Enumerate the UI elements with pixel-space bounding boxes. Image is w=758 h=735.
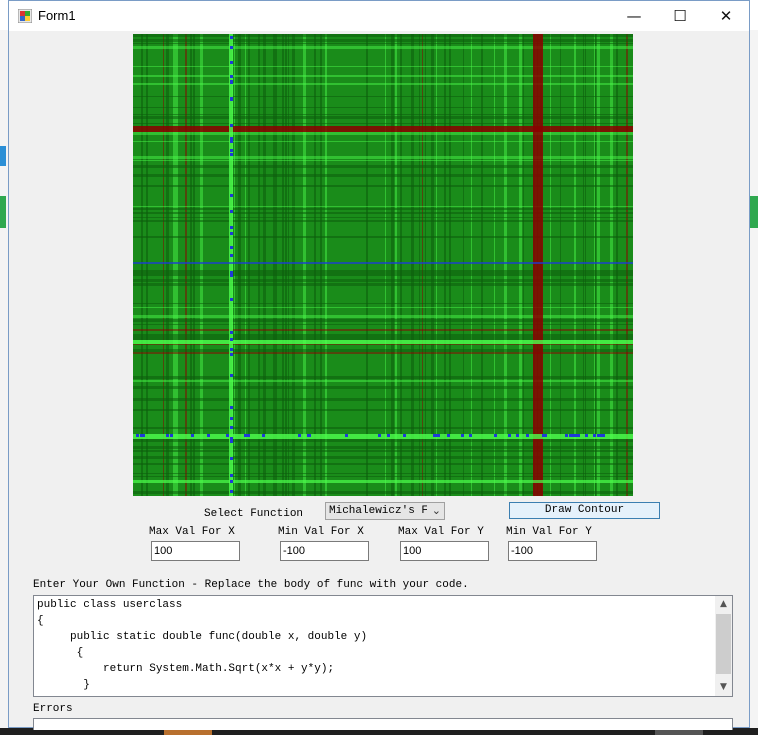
errors-box[interactable] xyxy=(33,718,733,730)
select-function-label: Select Function xyxy=(204,508,304,520)
min-y-label: Min Val For Y xyxy=(506,526,592,538)
min-x-input[interactable]: -100 xyxy=(280,541,369,561)
code-line: { xyxy=(37,615,44,627)
form1-window: Form1 — ☐ ✕ Select Function Michalewicz'… xyxy=(8,0,750,730)
max-y-label: Max Val For Y xyxy=(398,526,484,538)
app-icon xyxy=(18,9,32,23)
max-y-input[interactable]: 100 xyxy=(400,541,489,561)
contour-plot xyxy=(133,34,633,496)
function-select[interactable]: Michalewicz's Fu ⌄ xyxy=(325,502,445,520)
minimize-button[interactable]: — xyxy=(611,1,657,31)
code-line: return System.Math.Sqrt(x*x + y*y); xyxy=(37,663,335,675)
code-line: public class userclass xyxy=(37,599,183,611)
code-line: { xyxy=(37,647,84,659)
min-y-input[interactable]: -100 xyxy=(508,541,597,561)
window-title: Form1 xyxy=(38,8,76,23)
maximize-button[interactable]: ☐ xyxy=(657,1,703,31)
code-editor[interactable]: public class userclass { public static d… xyxy=(33,595,733,697)
scroll-up-icon[interactable]: ▲ xyxy=(715,596,732,613)
title-bar[interactable]: Form1 — ☐ ✕ xyxy=(9,1,749,31)
function-select-value: Michalewicz's Fu xyxy=(329,505,427,517)
code-scrollbar[interactable]: ▲ ▼ xyxy=(715,596,732,696)
min-x-label: Min Val For X xyxy=(278,526,364,538)
chevron-down-icon: ⌄ xyxy=(431,504,441,517)
scroll-down-icon[interactable]: ▼ xyxy=(715,679,732,696)
draw-contour-button[interactable]: Draw Contour xyxy=(509,502,660,519)
max-x-label: Max Val For X xyxy=(149,526,235,538)
code-line: } xyxy=(37,679,90,691)
code-line: public static double func(double x, doub… xyxy=(37,631,368,643)
scroll-thumb[interactable] xyxy=(716,614,731,674)
close-button[interactable]: ✕ xyxy=(703,1,749,31)
errors-label: Errors xyxy=(33,703,73,715)
max-x-input[interactable]: 100 xyxy=(151,541,240,561)
custom-function-label: Enter Your Own Function - Replace the bo… xyxy=(33,579,469,591)
